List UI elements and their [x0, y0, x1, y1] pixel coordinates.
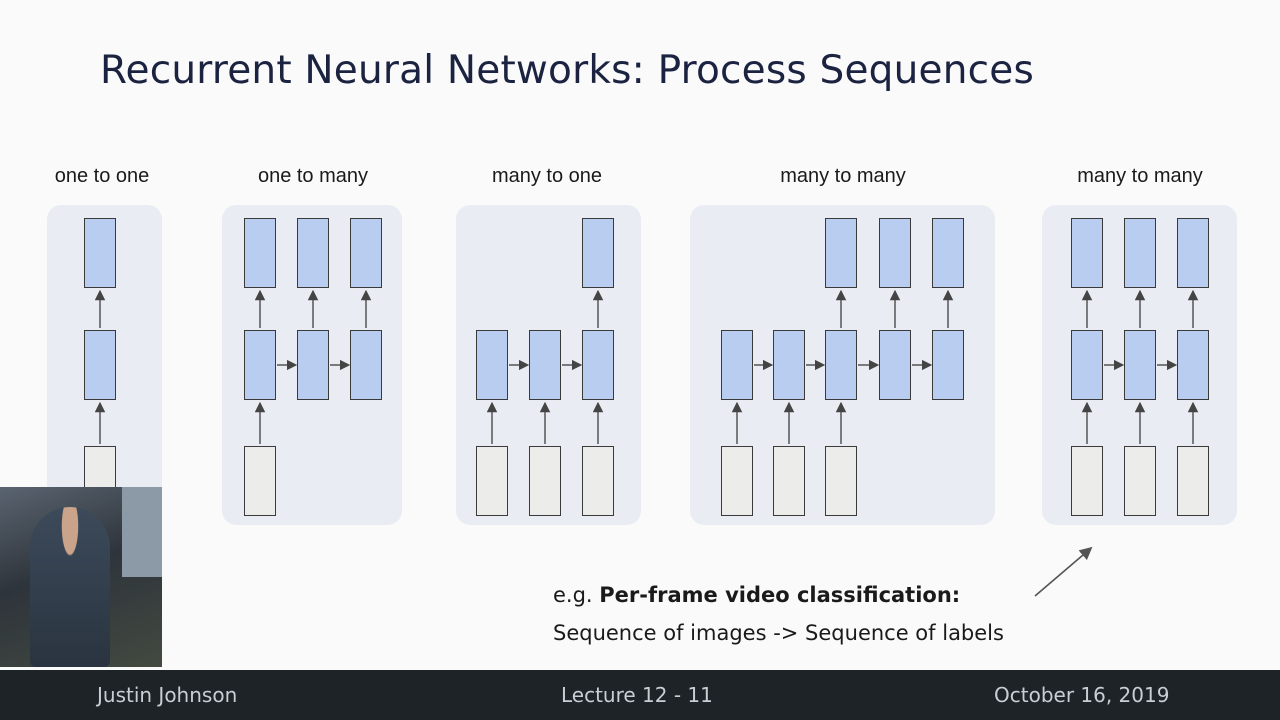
rnn-arrows	[94, 289, 1199, 444]
slide: Recurrent Neural Networks: Process Seque…	[0, 0, 1280, 720]
